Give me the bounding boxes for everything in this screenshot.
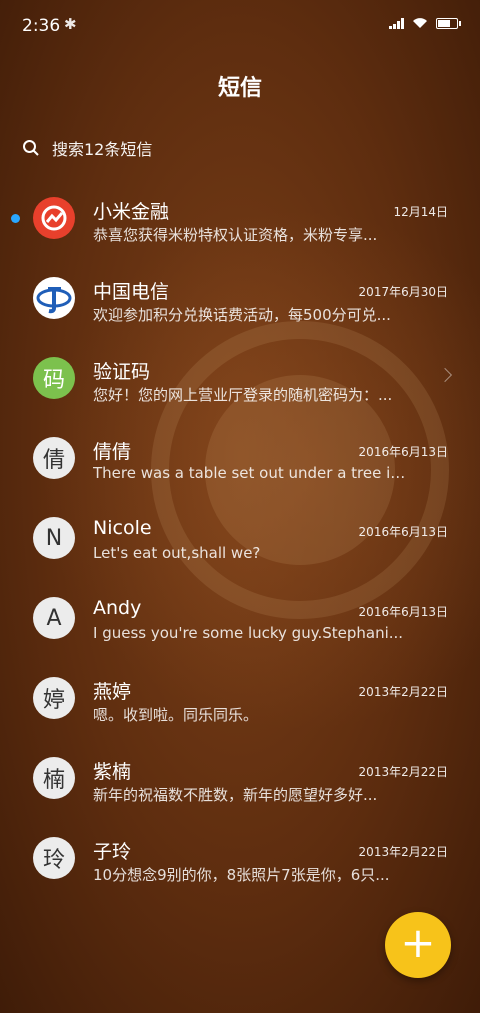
message-preview: 您好！您的网上营业厅登录的随机密码为：... xyxy=(93,386,393,404)
avatar: 楠 xyxy=(33,757,75,799)
search-placeholder: 搜索12条短信 xyxy=(52,140,153,159)
conversation-row[interactable]: 玲 子玲 2013年2月22日 10分想念9别的你，8张照片7张是你，6只... xyxy=(0,824,480,904)
message-date: 2017年6月30日 xyxy=(358,285,448,299)
contact-name: Nicole xyxy=(93,517,152,539)
message-preview: Let's eat out,shall we? xyxy=(93,544,261,562)
new-message-button[interactable]: + xyxy=(385,912,451,978)
contact-name: Andy xyxy=(93,597,142,619)
chevron-right-icon xyxy=(437,367,453,383)
avatar: 玲 xyxy=(33,837,75,879)
message-preview: There was a table set out under a tree i… xyxy=(93,464,408,482)
contact-name: 子玲 xyxy=(93,841,132,863)
contact-name: 验证码 xyxy=(93,361,151,383)
signal-icon xyxy=(389,17,404,29)
bluetooth-icon: ✱ xyxy=(64,15,77,33)
conversation-row[interactable]: A Andy 2016年6月13日 I guess you're some lu… xyxy=(0,584,480,664)
contact-name: 紫楠 xyxy=(93,761,132,783)
china-telecom-logo-icon xyxy=(33,277,75,319)
message-date: 2016年6月13日 xyxy=(358,525,448,539)
message-preview: 10分想念9别的你，8张照片7张是你，6只... xyxy=(93,866,390,884)
message-preview: 嗯。收到啦。同乐同乐。 xyxy=(93,706,259,724)
avatar: 码 xyxy=(33,357,75,399)
message-list: 小米金融 12月14日 恭喜您获得米粉特权认证资格，米粉专享... 中国电信 2… xyxy=(0,184,480,904)
conversation-row[interactable]: 小米金融 12月14日 恭喜您获得米粉特权认证资格，米粉专享... xyxy=(0,184,480,264)
message-preview: 恭喜您获得米粉特权认证资格，米粉专享... xyxy=(93,226,378,244)
avatar: N xyxy=(33,517,75,559)
message-date: 2016年6月13日 xyxy=(358,605,448,619)
avatar: 倩 xyxy=(33,437,75,479)
avatar: 婷 xyxy=(33,677,75,719)
plus-icon: + xyxy=(400,918,436,967)
contact-name: 小米金融 xyxy=(93,201,170,223)
message-date: 2013年2月22日 xyxy=(358,845,448,859)
search-bar[interactable]: 搜索12条短信 xyxy=(22,136,152,160)
status-bar: 2:36 ✱ xyxy=(0,0,480,52)
conversation-row[interactable]: 码 验证码 您好！您的网上营业厅登录的随机密码为：... xyxy=(0,344,480,424)
battery-icon xyxy=(436,17,461,29)
page-title: 短信 xyxy=(217,76,262,101)
unread-indicator xyxy=(11,214,20,223)
message-date: 2013年2月22日 xyxy=(358,765,448,779)
wifi-icon xyxy=(413,18,427,28)
conversation-row[interactable]: 婷 燕婷 2013年2月22日 嗯。收到啦。同乐同乐。 xyxy=(0,664,480,744)
xiaomi-finance-logo-icon xyxy=(33,197,75,239)
conversation-row[interactable]: 楠 紫楠 2013年2月22日 新年的祝福数不胜数，新年的愿望好多好... xyxy=(0,744,480,824)
status-time: 2:36 xyxy=(22,16,61,36)
contact-name: 燕婷 xyxy=(93,681,132,703)
message-date: 2013年2月22日 xyxy=(358,685,448,699)
contact-name: 倩倩 xyxy=(93,441,132,463)
conversation-row[interactable]: 倩 倩倩 2016年6月13日 There was a table set ou… xyxy=(0,424,480,504)
search-icon xyxy=(23,140,39,156)
avatar: A xyxy=(33,597,75,639)
conversation-row[interactable]: 中国电信 2017年6月30日 欢迎参加积分兑换话费活动，每500分可兑... xyxy=(0,264,480,344)
message-preview: 新年的祝福数不胜数，新年的愿望好多好... xyxy=(93,786,378,804)
message-preview: 欢迎参加积分兑换话费活动，每500分可兑... xyxy=(93,306,391,324)
message-preview: I guess you're some lucky guy.Stephani..… xyxy=(93,624,404,642)
message-date: 12月14日 xyxy=(393,205,448,219)
conversation-row[interactable]: N Nicole 2016年6月13日 Let's eat out,shall … xyxy=(0,504,480,584)
message-date: 2016年6月13日 xyxy=(358,445,448,459)
contact-name: 中国电信 xyxy=(93,281,170,303)
